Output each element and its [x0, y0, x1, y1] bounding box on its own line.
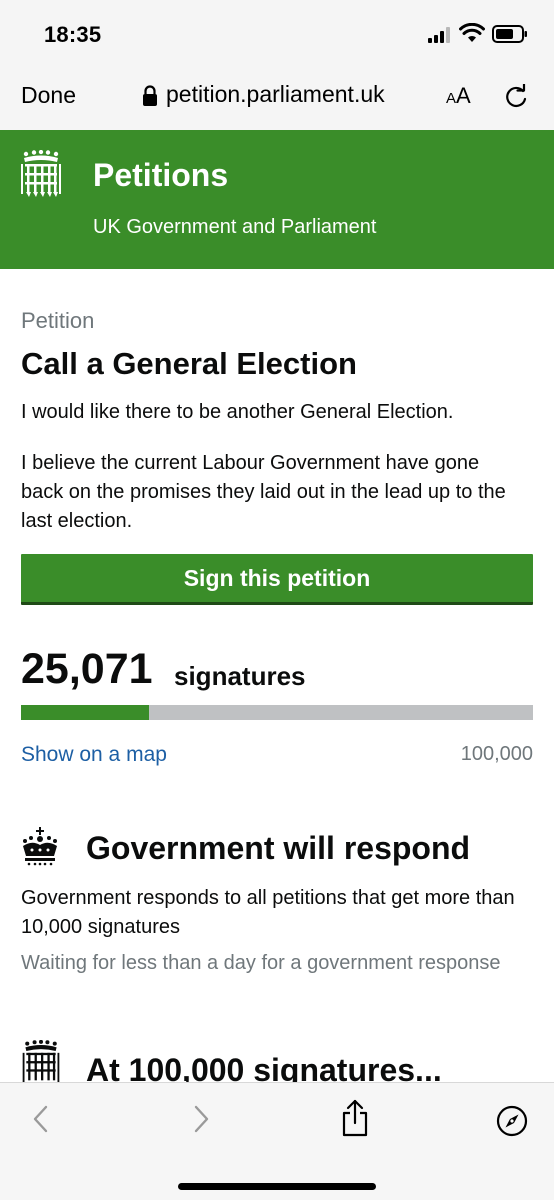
government-response-status: Waiting for less than a day for a govern… — [21, 952, 501, 974]
signature-progress-bar — [21, 705, 533, 720]
status-bar: 18:35 — [0, 0, 554, 64]
chevron-right-icon[interactable] — [188, 1103, 214, 1135]
text-size-button[interactable]: AA — [446, 83, 471, 109]
text-size-small-glyph: A — [446, 90, 457, 107]
site-subtitle: UK Government and Parliament — [93, 216, 377, 238]
text-size-big-glyph: A — [456, 83, 471, 108]
signature-count-label: signatures — [174, 661, 306, 691]
show-on-map-link[interactable]: Show on a map — [21, 743, 167, 767]
government-response-heading: Government will respond — [86, 830, 471, 866]
signature-progress-fill — [21, 705, 150, 720]
crown-icon — [23, 827, 57, 866]
browser-address-bar: Done petition.parliament.uk AA — [0, 64, 554, 130]
status-time: 18:35 — [44, 22, 102, 47]
petition-background: I believe the current Labour Government … — [21, 452, 506, 532]
wifi-icon — [459, 23, 485, 42]
government-response-body: Government responds to all petitions tha… — [21, 887, 515, 938]
reload-icon[interactable] — [503, 84, 529, 110]
done-button[interactable]: Done — [21, 82, 76, 109]
browser-toolbar — [0, 1082, 554, 1200]
address-url[interactable]: petition.parliament.uk — [166, 81, 385, 108]
signature-threshold: 100,000 — [460, 743, 533, 765]
chevron-left-icon[interactable] — [28, 1103, 54, 1135]
compass-icon[interactable] — [496, 1105, 528, 1137]
petition-title: Call a General Election — [21, 346, 357, 381]
battery-icon — [492, 25, 527, 43]
sign-petition-button[interactable]: Sign this petition — [21, 554, 533, 605]
portcullis-icon[interactable] — [20, 150, 62, 198]
petition-label: Petition — [21, 308, 95, 333]
cellular-signal-icon — [428, 27, 450, 43]
site-title[interactable]: Petitions — [93, 157, 228, 194]
site-header: Petitions UK Government and Parliament — [0, 130, 554, 269]
share-icon[interactable] — [340, 1099, 370, 1137]
lock-icon — [143, 85, 157, 106]
signature-count: 25,071 — [21, 645, 153, 693]
portcullis-icon — [22, 1040, 60, 1083]
petition-action: I would like there to be another General… — [21, 401, 454, 423]
home-indicator[interactable] — [178, 1183, 376, 1190]
